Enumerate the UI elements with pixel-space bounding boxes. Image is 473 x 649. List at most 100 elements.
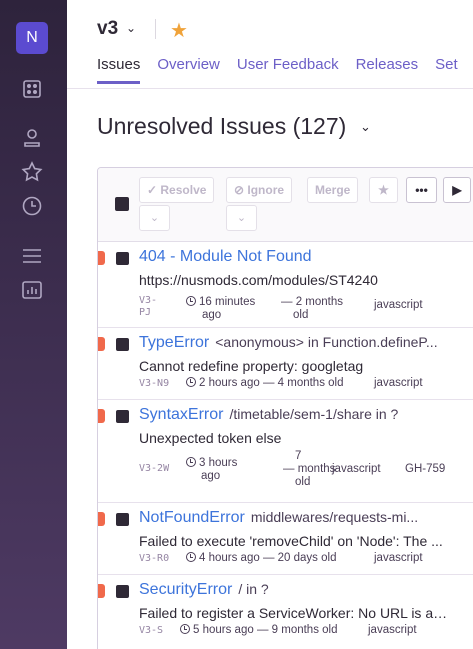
bookmark-star-icon[interactable]: ★ xyxy=(170,18,188,43)
issue-count: (127) xyxy=(292,113,347,139)
issue-location: /timetable/sem-1/share in ? xyxy=(229,406,399,422)
last-seen: 16 minutes xyxy=(186,296,255,309)
issue-message: Failed to register a ServiceWorker: No U… xyxy=(139,605,449,621)
issue-row[interactable]: SecurityError / in ? Failed to register a… xyxy=(98,575,473,649)
level-indicator xyxy=(98,512,105,526)
issue-title[interactable]: SyntaxError/timetable/sem-1/share in ? xyxy=(139,406,398,424)
tab-user-feedback[interactable]: User Feedback xyxy=(237,56,339,81)
short-id: V3-S xyxy=(139,625,164,636)
last-seen-text: 4 hours ago xyxy=(199,552,260,564)
issue-row[interactable]: 404 - Module Not Found https://nusmods.c… xyxy=(98,242,473,328)
platform-tag[interactable]: javascript xyxy=(368,624,417,636)
tab-issues[interactable]: Issues xyxy=(97,56,141,84)
platform-tag[interactable]: javascript xyxy=(374,299,423,312)
short-id: V3-2W xyxy=(139,463,170,474)
issue-type[interactable]: TypeError xyxy=(139,334,209,351)
short-id: V3-N9 xyxy=(139,378,170,389)
user-icon[interactable] xyxy=(20,126,44,150)
platform-tag[interactable]: javascript xyxy=(374,377,423,389)
main-content: v3 ⌄ ★ Issues Overview User Feedback Releas… xyxy=(67,0,473,649)
nav-tabs: Issues Overview User Feedback Releases Set xyxy=(97,56,473,84)
issue-row[interactable]: TypeError <anonymous> in Function.defineP… xyxy=(98,328,473,400)
issue-meta: 4 hours ago — 20 days old xyxy=(186,552,336,564)
clock-icon xyxy=(180,624,190,634)
tabs-divider xyxy=(67,88,473,89)
short-id: PJ xyxy=(139,307,152,318)
tab-settings[interactable]: Set xyxy=(435,56,458,81)
dashboard-icon[interactable] xyxy=(20,77,44,101)
issue-meta: 5 hours ago — 9 months old xyxy=(180,624,338,636)
issue-title[interactable]: 404 - Module Not Found xyxy=(139,248,312,266)
issue-location: / in ? xyxy=(238,581,269,597)
platform-tag[interactable]: javascript xyxy=(332,463,381,476)
issue-meta: 2 hours ago — 4 months old xyxy=(186,377,344,389)
merge-button[interactable]: Merge xyxy=(307,177,359,203)
issue-message: Unexpected token else xyxy=(139,430,282,446)
bookmark-button[interactable]: ★ xyxy=(369,177,398,203)
ignore-label: Ignore xyxy=(247,183,285,197)
first-seen-text: — 9 months old xyxy=(256,624,338,636)
clock-icon xyxy=(186,296,196,306)
level-indicator xyxy=(98,337,105,351)
tab-releases[interactable]: Releases xyxy=(356,56,419,81)
chevron-down-icon[interactable]: ⌄ xyxy=(360,119,371,135)
issue-checkbox[interactable] xyxy=(116,513,129,526)
stats-icon[interactable] xyxy=(20,278,44,302)
issue-type[interactable]: 404 - Module Not Found xyxy=(139,248,312,265)
issue-type[interactable]: NotFoundError xyxy=(139,509,245,526)
play-button[interactable]: ▶ xyxy=(443,177,471,203)
first-seen-suffix: old xyxy=(293,309,309,321)
issues-panel: ✓ Resolve ⊘ Ignore Merge ★ ••• ▶ ⌄ ⌄ 404… xyxy=(97,167,473,649)
issue-row[interactable]: SyntaxError/timetable/sem-1/share in ? U… xyxy=(98,400,473,503)
issue-title[interactable]: NotFoundError middlewares/requests-mi... xyxy=(139,509,418,527)
last-seen-text: 3 hours xyxy=(199,457,238,469)
star-icon[interactable] xyxy=(20,160,44,184)
project-selector[interactable]: v3 xyxy=(97,18,118,40)
short-id: V3- xyxy=(139,295,158,306)
divider xyxy=(155,19,156,39)
first-seen-text: — 4 months old xyxy=(262,377,344,389)
short-id: V3-R0 xyxy=(139,553,170,564)
issue-row[interactable]: NotFoundError middlewares/requests-mi... … xyxy=(98,503,473,575)
last-seen: 3 hours xyxy=(186,457,237,470)
page-title[interactable]: Unresolved Issues (127) xyxy=(97,113,346,140)
level-indicator xyxy=(98,584,105,598)
resolve-label: Resolve xyxy=(160,183,207,197)
issue-title[interactable]: SecurityError / in ? xyxy=(139,581,269,599)
last-seen-text: 16 minutes xyxy=(199,296,256,308)
clock-icon xyxy=(186,377,196,387)
first-seen: 7 xyxy=(295,450,302,462)
ignore-button[interactable]: ⊘ Ignore xyxy=(226,177,293,203)
issue-type[interactable]: SecurityError xyxy=(139,581,232,598)
last-seen-text: 2 hours ago xyxy=(199,377,260,389)
clock-icon xyxy=(186,552,196,562)
bulk-actions-toolbar: ✓ Resolve ⊘ Ignore Merge ★ ••• ▶ ⌄ ⌄ xyxy=(98,168,473,242)
issue-title[interactable]: TypeError <anonymous> in Function.defineP… xyxy=(139,334,438,352)
resolve-dropdown[interactable]: ⌄ xyxy=(139,205,170,231)
org-avatar[interactable]: N xyxy=(16,22,48,54)
resolve-button[interactable]: ✓ Resolve xyxy=(139,177,215,203)
sidebar: N xyxy=(0,0,67,649)
issue-type[interactable]: SyntaxError xyxy=(139,406,223,423)
issue-message: https://nusmods.com/modules/ST4240 xyxy=(139,272,378,288)
issue-checkbox[interactable] xyxy=(116,252,129,265)
issue-message: Failed to execute 'removeChild' on 'Node… xyxy=(139,533,443,549)
platform-tag[interactable]: javascript xyxy=(374,552,423,564)
menu-icon[interactable] xyxy=(20,244,44,268)
level-indicator xyxy=(98,251,105,265)
tab-overview[interactable]: Overview xyxy=(157,56,220,81)
select-all-checkbox[interactable] xyxy=(115,197,129,211)
issue-checkbox[interactable] xyxy=(116,585,129,598)
issue-checkbox[interactable] xyxy=(116,338,129,351)
clock-icon xyxy=(186,457,196,467)
chevron-down-icon[interactable]: ⌄ xyxy=(126,21,136,35)
level-indicator xyxy=(98,409,105,423)
clock-icon[interactable] xyxy=(20,194,44,218)
issue-checkbox[interactable] xyxy=(116,410,129,423)
linked-issue[interactable]: GH-759 xyxy=(405,463,445,476)
first-seen-suffix: old xyxy=(295,476,311,488)
last-seen-suffix: ago xyxy=(201,470,221,482)
more-actions-button[interactable]: ••• xyxy=(406,177,437,203)
ignore-dropdown[interactable]: ⌄ xyxy=(226,205,257,231)
first-seen-unit: — months xyxy=(283,463,336,475)
